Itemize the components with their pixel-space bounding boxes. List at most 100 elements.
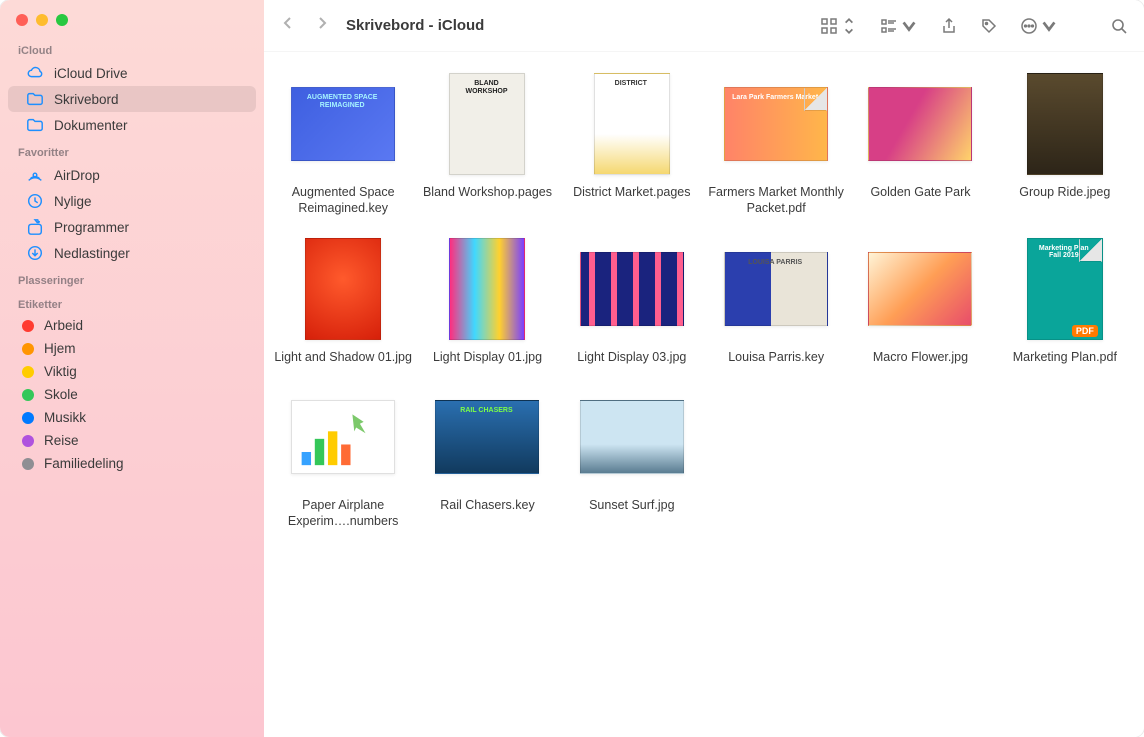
file-label: Macro Flower.jpg [873, 349, 968, 365]
file-item[interactable]: Group Ride.jpeg [996, 70, 1134, 217]
file-label: Bland Workshop.pages [423, 184, 552, 200]
sidebar: iCloudiCloud DriveSkrivebordDokumenterFa… [0, 0, 264, 737]
apps-icon [26, 218, 44, 236]
forward-button[interactable] [314, 14, 330, 37]
more-actions-button[interactable] [1020, 17, 1058, 35]
sidebar-item-skrivebord[interactable]: Skrivebord [8, 86, 256, 112]
sidebar-item-nedlastinger[interactable]: Nedlastinger [8, 240, 256, 266]
tag-label: Arbeid [44, 318, 83, 333]
file-item[interactable]: Macro Flower.jpg [851, 235, 989, 365]
window-title: Skrivebord - iCloud [346, 17, 484, 34]
file-thumbnail [289, 235, 397, 343]
tag-label: Familiedeling [44, 456, 124, 471]
icloud-icon [26, 64, 44, 82]
tag-dot-icon [22, 366, 34, 378]
file-item[interactable]: Light Display 03.jpg [563, 235, 701, 365]
tag-hjem[interactable]: Hjem [0, 337, 264, 360]
file-label: Light Display 03.jpg [577, 349, 686, 365]
file-label: Marketing Plan.pdf [1013, 349, 1117, 365]
file-label: Group Ride.jpeg [1019, 184, 1110, 200]
sidebar-item-programmer[interactable]: Programmer [8, 214, 256, 240]
tags-header: Etiketter [0, 290, 264, 314]
toolbar: Skrivebord - iCloud [264, 0, 1144, 52]
file-item[interactable]: Lara Park Farmers MarketFarmers Market M… [707, 70, 845, 217]
section-header: Favoritter [0, 138, 264, 162]
tag-label: Reise [44, 433, 79, 448]
tag-familiedeling[interactable]: Familiedeling [0, 452, 264, 475]
file-item[interactable]: Light Display 01.jpg [418, 235, 556, 365]
file-item[interactable]: AUGMENTED SPACE REIMAGINEDAugmented Spac… [274, 70, 412, 217]
tag-viktig[interactable]: Viktig [0, 360, 264, 383]
file-label: Rail Chasers.key [440, 497, 534, 513]
finder-window: iCloudiCloud DriveSkrivebordDokumenterFa… [0, 0, 1144, 737]
tag-dot-icon [22, 343, 34, 355]
tag-dot-icon [22, 412, 34, 424]
sidebar-item-label: Skrivebord [54, 92, 119, 107]
file-label: Golden Gate Park [870, 184, 970, 200]
file-grid: AUGMENTED SPACE REIMAGINEDAugmented Spac… [274, 70, 1134, 529]
folder-icon [26, 90, 44, 108]
sidebar-item-airdrop[interactable]: AirDrop [8, 162, 256, 188]
view-mode-button[interactable] [820, 17, 858, 35]
download-icon [26, 244, 44, 262]
file-label: Sunset Surf.jpg [589, 497, 674, 513]
file-label: Light Display 01.jpg [433, 349, 542, 365]
tag-musikk[interactable]: Musikk [0, 406, 264, 429]
minimize-button[interactable] [36, 14, 48, 26]
tag-label: Skole [44, 387, 78, 402]
folder-icon [26, 116, 44, 134]
file-item[interactable]: DISTRICT District Market.pages [563, 70, 701, 217]
file-thumbnail: RAIL CHASERS [433, 383, 541, 491]
file-item[interactable]: Marketing Plan Fall 2019PDF Marketing Pla… [996, 235, 1134, 365]
window-controls [0, 14, 264, 36]
sidebar-item-nylige[interactable]: Nylige [8, 188, 256, 214]
file-thumbnail [289, 383, 397, 491]
tag-skole[interactable]: Skole [0, 383, 264, 406]
group-button[interactable] [880, 17, 918, 35]
file-label: District Market.pages [573, 184, 690, 200]
sidebar-item-icloud-drive[interactable]: iCloud Drive [8, 60, 256, 86]
file-thumbnail: Lara Park Farmers Market [722, 70, 830, 178]
tag-label: Hjem [44, 341, 76, 356]
sidebar-item-label: iCloud Drive [54, 66, 128, 81]
maximize-button[interactable] [56, 14, 68, 26]
tag-reise[interactable]: Reise [0, 429, 264, 452]
sidebar-item-label: Nylige [54, 194, 92, 209]
file-label: Augmented Space Reimagined.key [274, 184, 412, 217]
clock-icon [26, 192, 44, 210]
file-label: Louisa Parris.key [728, 349, 824, 365]
file-label: Paper Airplane Experim….numbers [274, 497, 412, 530]
file-item[interactable]: BLAND WORKSHOP Bland Workshop.pages [418, 70, 556, 217]
search-button[interactable] [1110, 17, 1128, 35]
pdf-badge: PDF [1072, 325, 1098, 337]
file-thumbnail [866, 70, 974, 178]
tag-label: Viktig [44, 364, 77, 379]
file-thumbnail: Marketing Plan Fall 2019PDF [1011, 235, 1119, 343]
share-button[interactable] [940, 17, 958, 35]
tag-dot-icon [22, 389, 34, 401]
tag-arbeid[interactable]: Arbeid [0, 314, 264, 337]
file-thumbnail [578, 383, 686, 491]
tag-dot-icon [22, 458, 34, 470]
file-item[interactable]: Light and Shadow 01.jpg [274, 235, 412, 365]
tag-dot-icon [22, 435, 34, 447]
file-thumbnail: DISTRICT [578, 70, 686, 178]
file-thumbnail: BLAND WORKSHOP [433, 70, 541, 178]
file-thumbnail [866, 235, 974, 343]
sidebar-item-dokumenter[interactable]: Dokumenter [8, 112, 256, 138]
file-item[interactable]: Sunset Surf.jpg [563, 383, 701, 530]
tag-dot-icon [22, 320, 34, 332]
airdrop-icon [26, 166, 44, 184]
file-thumbnail [1011, 70, 1119, 178]
section-header: iCloud [0, 36, 264, 60]
tags-button[interactable] [980, 17, 998, 35]
content-area: AUGMENTED SPACE REIMAGINEDAugmented Spac… [264, 52, 1144, 737]
file-item[interactable]: Golden Gate Park [851, 70, 989, 217]
sidebar-item-label: AirDrop [54, 168, 100, 183]
back-button[interactable] [280, 14, 296, 37]
file-item[interactable]: RAIL CHASERS Rail Chasers.key [418, 383, 556, 530]
file-item[interactable]: Paper Airplane Experim….numbers [274, 383, 412, 530]
close-button[interactable] [16, 14, 28, 26]
tag-label: Musikk [44, 410, 86, 425]
file-item[interactable]: LOUISA PARRISLouisa Parris.key [707, 235, 845, 365]
